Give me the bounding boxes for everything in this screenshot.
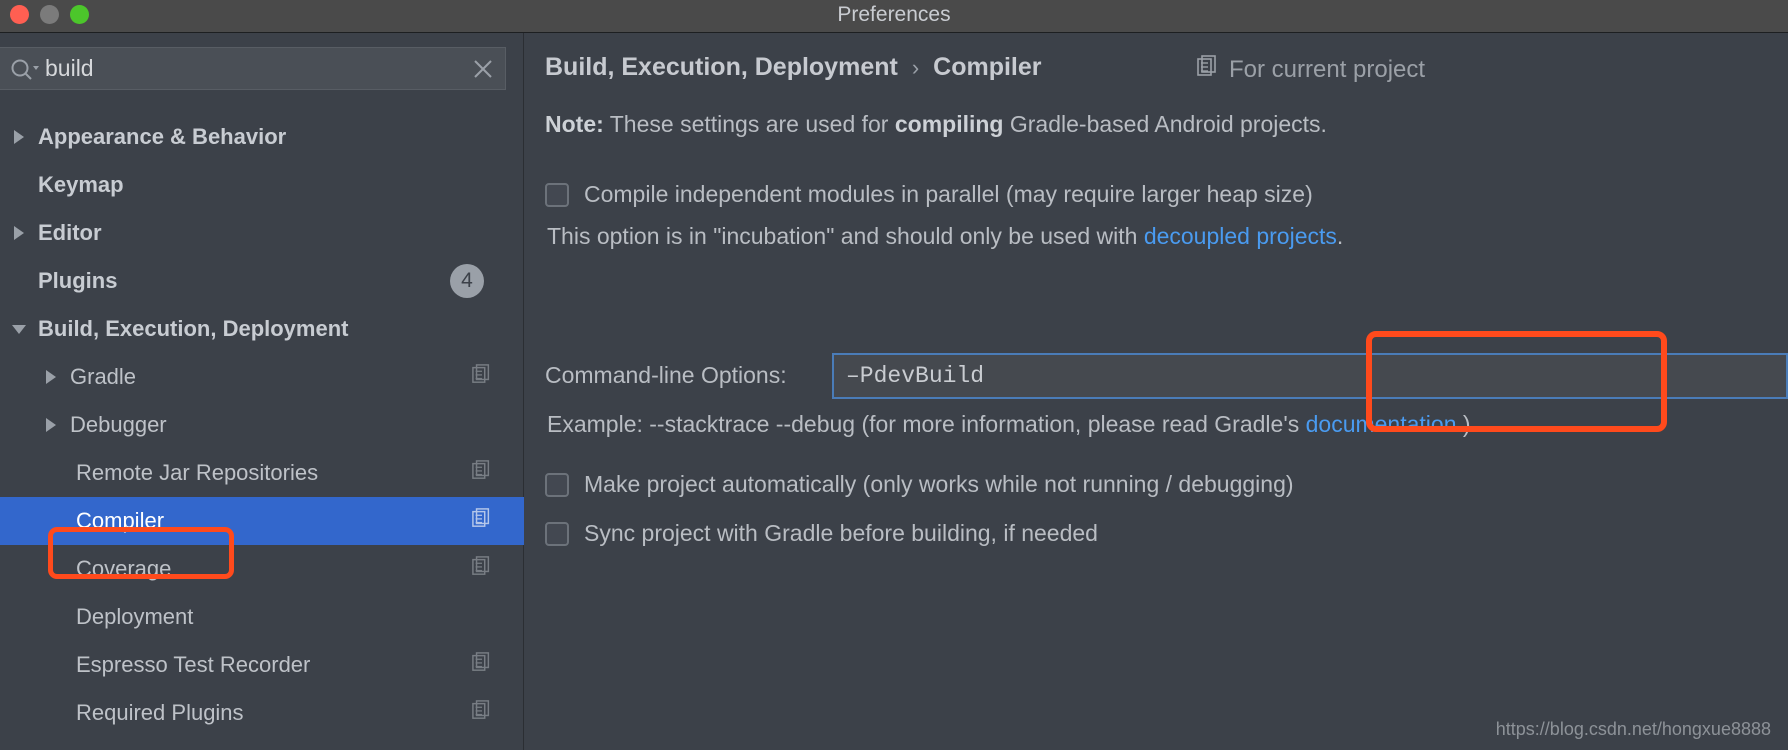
chevron-right-icon[interactable] — [8, 126, 30, 148]
breadcrumb: Build, Execution, Deployment › Compiler — [545, 53, 1042, 82]
note-text-1: These settings are used for — [603, 111, 895, 137]
sidebar-item-remote-jar-repositories[interactable]: Remote Jar Repositories — [0, 449, 524, 497]
settings-search-box[interactable] — [0, 47, 506, 90]
sidebar-item-label: Required Plugins — [76, 700, 244, 725]
sidebar-item-deployment[interactable]: Deployment — [0, 593, 524, 641]
sidebar-item-gradle[interactable]: Gradle — [0, 353, 524, 401]
make-project-label: Make project automatically (only works w… — [584, 471, 1294, 497]
example-text-2: .) — [1456, 411, 1471, 437]
settings-main-panel: Build, Execution, Deployment › Compiler … — [525, 33, 1788, 750]
command-line-options-field[interactable] — [832, 353, 1788, 399]
sidebar-item-espresso-test-recorder[interactable]: Espresso Test Recorder — [0, 641, 524, 689]
command-line-options-label: Command-line Options: — [545, 362, 787, 388]
sidebar-item-label: Espresso Test Recorder — [76, 652, 311, 677]
sidebar-item-appearance-behavior[interactable]: Appearance & Behavior — [0, 113, 524, 161]
project-scope-icon — [472, 508, 492, 534]
plugins-update-badge: 4 — [450, 264, 484, 298]
project-scope-icon — [472, 364, 492, 390]
settings-tree: Appearance & Behavior Keymap Editor Plugins… — [0, 113, 524, 737]
sidebar-item-label: Keymap — [38, 172, 124, 197]
sidebar-item-label: Appearance & Behavior — [38, 124, 287, 149]
parallel-compile-label: Compile independent modules in parallel … — [584, 181, 1313, 207]
decoupled-projects-link[interactable]: decoupled projects — [1144, 223, 1337, 249]
project-scope-icon — [472, 652, 492, 678]
preferences-window: Preferences Appearance & Behavior Keymap E… — [0, 0, 1788, 750]
scope-label: For current project — [1229, 55, 1426, 83]
sync-project-checkbox-row[interactable]: Sync project with Gradle before building… — [545, 520, 1098, 547]
sidebar-item-compiler[interactable]: Compiler — [0, 497, 524, 545]
project-scope-icon — [1197, 55, 1219, 84]
sidebar-item-label: Coverage — [76, 556, 172, 581]
documentation-link[interactable]: documentation — [1306, 411, 1457, 437]
window-titlebar: Preferences — [0, 0, 1788, 33]
close-icon[interactable] — [461, 47, 505, 90]
note-bold: compiling — [894, 111, 1004, 137]
sidebar-item-build-execution-deployment[interactable]: Build, Execution, Deployment — [0, 305, 524, 353]
project-scope-icon — [472, 460, 492, 486]
sidebar-item-coverage[interactable]: Coverage — [0, 545, 524, 593]
settings-sidebar: Appearance & Behavior Keymap Editor Plugins… — [0, 33, 524, 750]
search-input[interactable] — [40, 55, 461, 82]
project-scope-icon — [472, 700, 492, 726]
parallel-compile-checkbox-row[interactable]: Compile independent modules in parallel … — [545, 181, 1313, 208]
sidebar-item-plugins[interactable]: Plugins 4 — [0, 257, 524, 305]
sidebar-item-label: Deployment — [76, 604, 194, 629]
sidebar-item-label: Build, Execution, Deployment — [38, 316, 349, 341]
sidebar-item-debugger[interactable]: Debugger — [0, 401, 524, 449]
sidebar-item-keymap[interactable]: Keymap — [0, 161, 524, 209]
sidebar-item-label: Debugger — [70, 412, 167, 437]
chevron-down-icon[interactable] — [8, 318, 30, 340]
search-icon[interactable] — [10, 57, 40, 81]
make-project-checkbox-row[interactable]: Make project automatically (only works w… — [545, 471, 1294, 498]
sync-project-checkbox[interactable] — [545, 521, 569, 546]
scope-indicator: For current project — [1197, 55, 1425, 84]
sidebar-item-label: Editor — [38, 220, 102, 245]
incubation-note: This option is in "incubation" and shoul… — [547, 223, 1343, 250]
breadcrumb-parent[interactable]: Build, Execution, Deployment — [545, 53, 898, 82]
watermark: https://blog.csdn.net/hongxue8888 — [1495, 719, 1771, 739]
chevron-right-icon[interactable] — [40, 414, 62, 436]
sidebar-item-label: Plugins — [38, 268, 118, 293]
chevron-right-icon[interactable] — [40, 366, 62, 388]
note-text-2: Gradle-based Android projects. — [1003, 111, 1327, 137]
chevron-right-icon: › — [911, 55, 920, 80]
project-scope-icon — [472, 556, 492, 582]
make-project-checkbox[interactable] — [545, 472, 569, 497]
incubation-text-1: This option is in "incubation" and shoul… — [547, 223, 1144, 249]
sync-project-label: Sync project with Gradle before building… — [584, 520, 1098, 546]
sidebar-item-label: Remote Jar Repositories — [76, 460, 319, 485]
note-text: Note: These settings are used for compil… — [545, 111, 1327, 138]
example-note: Example: --stacktrace --debug (for more … — [547, 411, 1471, 438]
breadcrumb-current: Compiler — [933, 53, 1042, 81]
incubation-text-2: . — [1336, 223, 1344, 249]
chevron-right-icon[interactable] — [8, 222, 30, 244]
command-line-options-input[interactable] — [834, 355, 1786, 397]
sidebar-item-label: Compiler — [76, 508, 165, 533]
sidebar-item-editor[interactable]: Editor — [0, 209, 524, 257]
sidebar-item-required-plugins[interactable]: Required Plugins — [0, 689, 524, 737]
sidebar-item-label: Gradle — [70, 364, 137, 389]
window-title: Preferences — [837, 3, 951, 26]
note-prefix: Note: — [545, 111, 604, 137]
example-text-1: Example: --stacktrace --debug (for more … — [547, 411, 1306, 437]
parallel-compile-checkbox[interactable] — [545, 182, 569, 207]
